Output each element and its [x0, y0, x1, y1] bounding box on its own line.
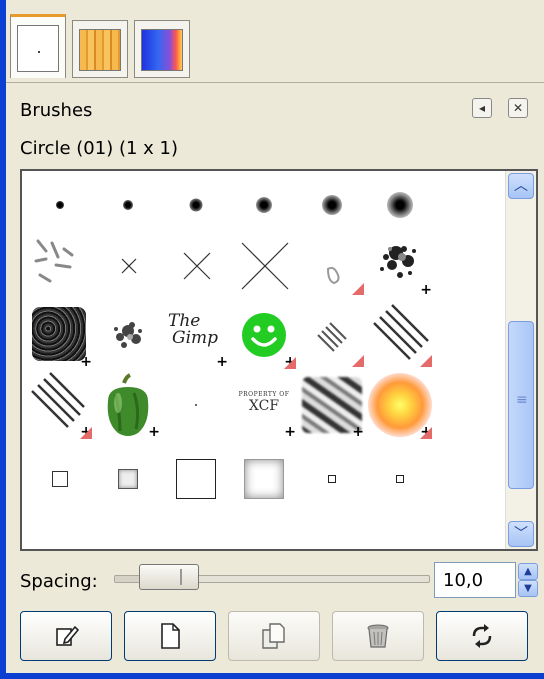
animated-brush-marker: + — [148, 424, 160, 440]
fuzzy-square-brush[interactable] — [94, 445, 162, 513]
pencil-scratch-brush[interactable] — [26, 229, 94, 297]
dynamic-brush-marker — [352, 355, 364, 367]
texture-brush[interactable]: + — [26, 301, 94, 369]
gradients-tab[interactable] — [134, 20, 190, 78]
new-brush-button[interactable] — [124, 611, 216, 661]
property-of-xcf-brush[interactable]: PROPERTY OF XCF + — [230, 371, 298, 439]
scrollbar-thumb[interactable] — [508, 321, 534, 489]
xcf-text-line-1: PROPERTY OF — [238, 391, 290, 398]
dynamic-brush-marker — [420, 355, 432, 367]
scroll-up-button[interactable]: ︿ — [508, 173, 534, 199]
diagonal-lines-brush-small[interactable] — [298, 301, 366, 369]
spacing-increment-button[interactable]: ▲ — [518, 563, 538, 580]
tab-menu-icon: ◂ — [478, 101, 486, 115]
gimp-text-line-2: Gimp — [172, 328, 219, 348]
spacing-slider-handle[interactable] — [139, 564, 200, 590]
dynamic-brush-marker — [352, 283, 364, 295]
animated-brush-marker: + — [352, 424, 364, 440]
panel-title: Brushes — [20, 100, 93, 121]
pepper-brush[interactable]: + — [94, 371, 162, 439]
square-brush[interactable] — [26, 445, 94, 513]
spacing-label: Spacing: — [20, 571, 98, 592]
trash-icon — [367, 624, 389, 648]
the-gimp-text-brush[interactable]: The Gimp + — [162, 301, 230, 370]
spin-up-icon: ▲ — [524, 566, 532, 577]
zebra-brush[interactable]: + — [298, 371, 366, 439]
diagonal-lines-brush-dynamic[interactable]: + — [26, 371, 94, 439]
dot-brush[interactable] — [162, 371, 230, 439]
pepper-stem-brush[interactable] — [298, 229, 366, 297]
brushes-tab[interactable] — [10, 14, 66, 78]
splatter-brush-1[interactable]: + — [366, 229, 434, 297]
patterns-tab[interactable] — [72, 20, 128, 78]
cross-brush-medium[interactable] — [162, 229, 230, 297]
delete-brush-button[interactable] — [332, 611, 424, 661]
brush-grid-scrollbar[interactable]: ︿ ﹀ — [505, 171, 536, 549]
scroll-down-button[interactable]: ﹀ — [508, 521, 534, 547]
brush-grid-view: + + The Gimp + + + + PROPERTY OF XCF + +… — [20, 169, 538, 551]
splatter-brush-2[interactable] — [94, 301, 162, 369]
xcf-text-line-2: XCF — [248, 398, 280, 414]
refresh-icon — [472, 624, 492, 648]
small-square-brush-1[interactable] — [298, 445, 366, 513]
dock-tabs — [10, 14, 200, 82]
edit-icon — [56, 625, 79, 646]
brush-preview-icon — [17, 25, 59, 72]
duplicate-icon — [262, 623, 285, 649]
smiley-brush[interactable]: + — [230, 301, 298, 369]
brush-grid: + + The Gimp + + + + PROPERTY OF XCF + +… — [22, 171, 506, 549]
large-square-brush[interactable] — [162, 445, 230, 513]
cross-brush-large[interactable] — [230, 229, 298, 297]
close-icon: ✕ — [512, 101, 524, 115]
animated-brush-marker: + — [284, 424, 296, 440]
spin-down-icon: ▼ — [524, 583, 532, 594]
duplicate-brush-button[interactable] — [228, 611, 320, 661]
refresh-brushes-button[interactable] — [436, 611, 528, 661]
tab-menu-button[interactable]: ◂ — [472, 98, 492, 118]
animated-brush-marker: + — [216, 354, 228, 370]
animated-brush-marker: + — [420, 282, 432, 298]
pattern-preview-icon — [79, 29, 121, 71]
edit-brush-button[interactable] — [20, 611, 112, 661]
gradient-preview-icon — [141, 29, 183, 71]
dynamic-brush-marker — [284, 357, 296, 369]
dynamic-brush-marker — [420, 427, 432, 439]
cross-brush-small[interactable] — [94, 229, 162, 297]
chevron-down-icon: ﹀ — [514, 526, 528, 542]
selected-brush-name: Circle (01) (1 x 1) — [20, 138, 178, 159]
soft-square-brush[interactable] — [230, 445, 298, 513]
close-button[interactable]: ✕ — [508, 98, 528, 118]
brushes-panel: Brushes ◂ ✕ Circle (01) (1 x 1) + + The … — [6, 82, 544, 674]
diagonal-lines-brush-large[interactable] — [366, 301, 434, 369]
spacing-decrement-button[interactable]: ▼ — [518, 580, 538, 597]
chevron-up-icon: ︿ — [514, 178, 528, 194]
spacing-value-input[interactable] — [434, 562, 516, 598]
sparkle-brush[interactable]: + — [366, 371, 434, 439]
new-document-icon — [161, 623, 180, 649]
small-square-brush-2[interactable] — [366, 445, 434, 513]
animated-brush-marker: + — [80, 354, 92, 370]
dynamic-brush-marker — [80, 427, 92, 439]
